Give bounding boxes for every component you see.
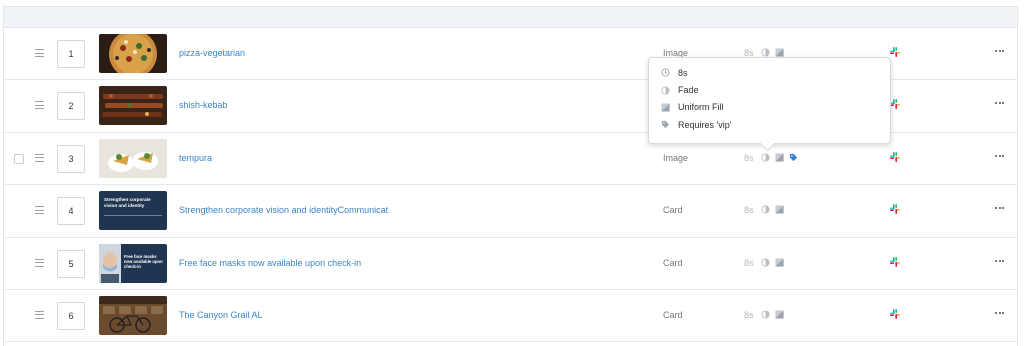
fade-transition-icon[interactable] <box>761 310 770 319</box>
thumbnail-card-text: Strengthen corporate vision and identity <box>104 197 151 208</box>
fade-transition-icon <box>661 86 670 95</box>
bike-thumbnail <box>99 295 167 335</box>
drag-handle-icon[interactable] <box>35 310 44 319</box>
clock-icon <box>661 68 670 77</box>
fade-transition-icon[interactable] <box>761 258 770 267</box>
item-duration: 8s <box>744 309 754 320</box>
uniform-fill-icon[interactable] <box>775 205 784 214</box>
tooltip-requirement: Requires 'vip' <box>678 119 732 130</box>
slack-icon[interactable] <box>889 308 901 320</box>
item-type: Card <box>663 205 683 216</box>
more-options-icon[interactable] <box>995 100 1005 106</box>
tooltip-fill-row: Uniform Fill <box>661 99 890 116</box>
card-thumbnail: Free face masks now available upon check… <box>99 243 167 283</box>
order-input[interactable]: 6 <box>57 301 85 330</box>
slack-icon[interactable] <box>889 151 901 163</box>
card-thumbnail: Strengthen corporate vision and identity <box>99 191 167 231</box>
item-type: Card <box>663 309 683 320</box>
table-header <box>4 7 1017 28</box>
uniform-fill-icon[interactable] <box>775 310 784 319</box>
uniform-fill-icon[interactable] <box>775 258 784 267</box>
more-options-icon[interactable] <box>995 205 1005 211</box>
item-name-link[interactable]: Strengthen corporate vision and identity… <box>179 205 388 215</box>
thumbnail-card-footer <box>104 215 162 217</box>
drag-handle-icon[interactable] <box>35 206 44 215</box>
order-input[interactable]: 1 <box>57 40 85 68</box>
order-input[interactable]: 3 <box>57 144 85 173</box>
thumbnail-card-text: Free face masks now available upon check… <box>124 253 163 269</box>
tooltip-duration-row: 8s <box>661 64 890 81</box>
order-input[interactable]: 2 <box>57 92 85 121</box>
more-options-icon[interactable] <box>995 48 1005 54</box>
more-options-icon[interactable] <box>995 310 1005 316</box>
item-duration: 8s <box>744 257 754 268</box>
item-type: Image <box>663 152 689 163</box>
order-input[interactable]: 4 <box>57 197 85 226</box>
tooltip-transition-row: Fade <box>661 81 890 98</box>
slack-icon[interactable] <box>889 256 901 268</box>
drag-handle-icon[interactable] <box>35 101 44 110</box>
uniform-fill-icon[interactable] <box>775 48 784 57</box>
tempura-thumbnail <box>99 138 167 178</box>
item-settings-tooltip: 8s Fade Uniform Fill Requires 'vip' <box>648 57 891 144</box>
item-name-link[interactable]: tempura <box>179 153 212 163</box>
fade-transition-icon[interactable] <box>761 205 770 214</box>
item-name-link[interactable]: pizza-vegetarian <box>179 48 245 58</box>
tooltip-duration: 8s <box>678 67 688 78</box>
more-options-icon[interactable] <box>995 153 1005 159</box>
tooltip-fill: Uniform Fill <box>678 102 724 113</box>
tag-icon[interactable] <box>789 153 798 162</box>
table-row[interactable]: 6 The Canyon Grail AL Card 8s <box>4 290 1017 343</box>
drag-handle-icon[interactable] <box>35 153 44 162</box>
table-row[interactable]: 4 Strengthen corporate vision and identi… <box>4 185 1017 238</box>
item-name-link[interactable]: The Canyon Grail AL <box>179 310 263 320</box>
tooltip-requirement-row: Requires 'vip' <box>661 116 890 133</box>
drag-handle-icon[interactable] <box>35 258 44 267</box>
item-name-link[interactable]: Free face masks now available upon check… <box>179 258 361 268</box>
tooltip-transition: Fade <box>678 85 699 96</box>
table-row[interactable]: 5 Free face masks now available upon che… <box>4 238 1017 290</box>
uniform-fill-icon <box>661 103 670 112</box>
kebab-thumbnail <box>99 86 167 126</box>
item-name-link[interactable]: shish-kebab <box>179 100 228 110</box>
order-input[interactable]: 5 <box>57 249 85 278</box>
fade-transition-icon[interactable] <box>761 153 770 162</box>
more-options-icon[interactable] <box>995 258 1005 264</box>
face-mask-photo <box>99 243 121 283</box>
slack-icon[interactable] <box>889 46 901 58</box>
drag-handle-icon[interactable] <box>35 49 44 57</box>
tag-icon <box>661 121 670 129</box>
item-duration: 8s <box>744 152 754 163</box>
row-checkbox[interactable] <box>14 153 24 164</box>
uniform-fill-icon[interactable] <box>775 153 784 162</box>
item-type: Card <box>663 257 683 268</box>
slack-icon[interactable] <box>889 203 901 215</box>
pizza-thumbnail <box>99 34 167 73</box>
item-duration: 8s <box>744 205 754 216</box>
fade-transition-icon[interactable] <box>761 48 770 57</box>
